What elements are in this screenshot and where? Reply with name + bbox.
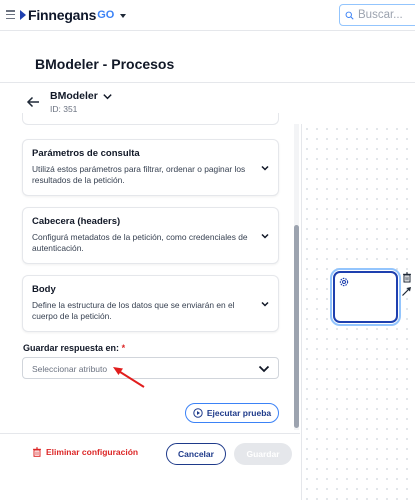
brand-name: Finnegans xyxy=(28,7,97,23)
save-button[interactable]: Guardar xyxy=(234,443,292,465)
save-response-label-text: Guardar respuesta en: xyxy=(23,343,120,353)
search-box[interactable] xyxy=(339,4,415,26)
card-title: Cabecera (headers) xyxy=(32,216,121,227)
card-title: Body xyxy=(32,284,56,295)
bmodeler-selector[interactable]: BModeler xyxy=(50,90,113,102)
chevron-down-icon xyxy=(258,365,270,373)
card-description: Configurá metadatos de la petición, como… xyxy=(32,232,248,253)
save-response-label: Guardar respuesta en: * xyxy=(23,343,125,353)
play-circle-icon xyxy=(193,408,203,418)
scrollbar-thumb[interactable] xyxy=(294,225,299,428)
menu-icon[interactable] xyxy=(6,10,15,20)
chevron-down-icon[interactable] xyxy=(260,299,270,309)
bmodeler-name: BModeler xyxy=(50,90,98,102)
delete-configuration-button[interactable]: Eliminar configuración xyxy=(32,447,138,457)
card-query-params[interactable]: Parámetros de consulta Utilizá estos par… xyxy=(22,139,279,196)
search-input[interactable] xyxy=(358,9,415,21)
back-arrow-icon[interactable] xyxy=(26,95,40,109)
logo-mark-icon xyxy=(20,10,26,20)
card-description: Define la estructura de los datos que se… xyxy=(32,300,235,321)
page-title: BModeler - Procesos xyxy=(35,56,175,72)
footer-divider xyxy=(0,433,300,434)
header-divider xyxy=(0,82,415,83)
chevron-down-icon xyxy=(103,93,112,99)
gear-icon xyxy=(339,277,349,287)
search-icon xyxy=(345,11,354,20)
process-task-node[interactable] xyxy=(330,268,401,326)
trash-icon[interactable] xyxy=(402,272,412,283)
annotation-arrow xyxy=(113,367,145,388)
chevron-down-icon[interactable] xyxy=(120,14,127,18)
attribute-select-placeholder: Seleccionar atributo xyxy=(32,364,108,374)
cancel-button[interactable]: Cancelar xyxy=(166,443,226,465)
card-title: Parámetros de consulta xyxy=(32,148,140,159)
run-test-label: Ejecutar prueba xyxy=(206,408,272,418)
connect-arrow-icon[interactable] xyxy=(401,286,412,297)
card-body[interactable]: Body Define la estructura de los datos q… xyxy=(22,275,279,332)
card-headers[interactable]: Cabecera (headers) Configurá metadatos d… xyxy=(22,207,279,264)
chevron-down-icon[interactable] xyxy=(260,231,270,241)
delete-configuration-label: Eliminar configuración xyxy=(46,447,139,457)
card-description: Utilizá estos parámetros para filtrar, o… xyxy=(32,164,246,185)
top-bar: Finnegans GO xyxy=(0,0,415,31)
card-partial xyxy=(22,113,279,125)
brand-suffix: GO xyxy=(97,9,115,21)
brand-logo[interactable]: Finnegans GO xyxy=(20,7,127,23)
trash-icon xyxy=(33,447,41,457)
attribute-select[interactable]: Seleccionar atributo xyxy=(22,357,279,379)
run-test-button[interactable]: Ejecutar prueba xyxy=(185,403,279,423)
required-mark: * xyxy=(121,343,126,353)
chevron-down-icon[interactable] xyxy=(260,163,270,173)
